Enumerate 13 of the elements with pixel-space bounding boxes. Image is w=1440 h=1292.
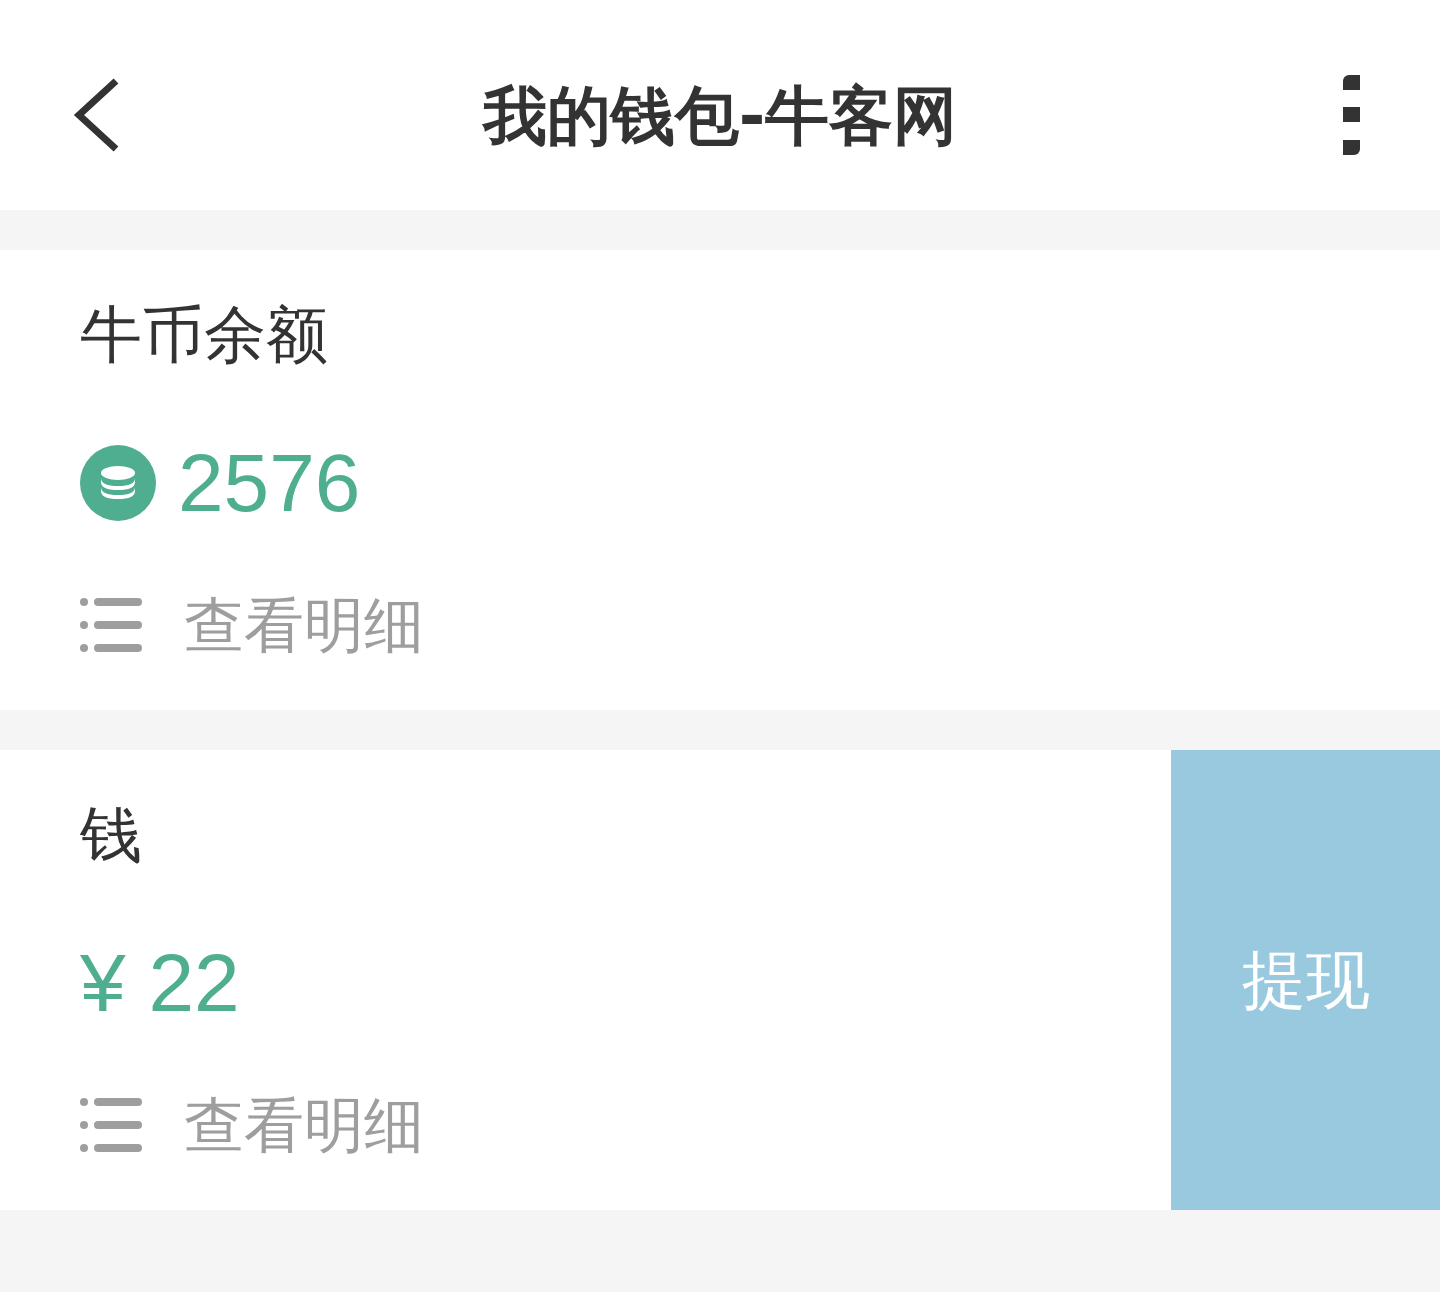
more-icon — [1343, 75, 1360, 155]
withdraw-button[interactable]: 提现 — [1171, 750, 1440, 1210]
view-details-link[interactable]: 查看明细 — [80, 590, 424, 660]
coin-stack-icon — [80, 445, 156, 521]
view-details-link[interactable]: 查看明细 — [80, 1090, 424, 1160]
page-title: 我的钱包-牛客网 — [482, 78, 958, 154]
balance-amount: 2576 — [178, 438, 361, 528]
more-button[interactable] — [1343, 75, 1360, 155]
card-label: 牛币余额 — [80, 297, 328, 373]
list-icon — [80, 1098, 142, 1152]
balance-amount: ¥ 22 — [80, 938, 240, 1028]
list-icon — [80, 598, 142, 652]
card-label: 钱 — [80, 797, 142, 873]
